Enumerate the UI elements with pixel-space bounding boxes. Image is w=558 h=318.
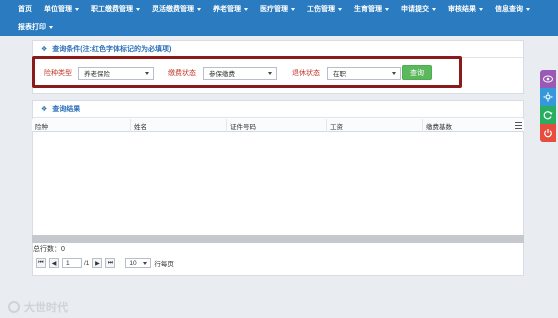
page-size-suffix: 行每页 — [154, 261, 174, 268]
chevron-down-icon — [526, 7, 530, 11]
nav-review-label: 审核结果 — [448, 6, 476, 13]
page-total: /1 — [84, 259, 90, 267]
chevron-down-icon — [432, 7, 436, 11]
nav-pension-label: 养老管理 — [213, 6, 241, 13]
pay-status-select[interactable]: 参保缴费 — [203, 66, 277, 80]
type-field: 险种类型 养老保险 — [44, 66, 154, 80]
pay-status-select-value: 参保缴费 — [209, 71, 235, 78]
nav-info-query[interactable]: 信息查询 — [495, 4, 530, 14]
retire-status-select-value: 在职 — [333, 71, 346, 78]
eye-icon[interactable] — [540, 70, 556, 88]
chevron-down-icon — [143, 262, 148, 265]
nav-submit-label: 申请提交 — [401, 6, 429, 13]
pagination: ⏮ ◀ 1 /1 ▶ ⏭ 10 行每页 — [36, 257, 177, 269]
watermark-logo-icon — [8, 301, 20, 313]
chevron-down-icon — [49, 25, 53, 29]
nav-home[interactable]: 首页 — [18, 4, 32, 14]
first-page-button[interactable]: ⏮ — [36, 258, 46, 268]
result-table-header: 险种 姓名 证件号码 工资 缴费基数 — [32, 119, 524, 132]
nav-medical[interactable]: 医疗管理 — [260, 4, 295, 14]
side-toolbar — [540, 70, 556, 142]
chevron-down-icon — [244, 7, 248, 11]
nav-injury-label: 工伤管理 — [307, 6, 335, 13]
retire-status-field: 退休状态 在职 — [292, 66, 401, 80]
chevron-down-icon — [338, 7, 342, 11]
nav-employee-pay-label: 职工缴费管理 — [91, 6, 133, 13]
nav-submit[interactable]: 申请提交 — [401, 4, 436, 14]
nav-unit[interactable]: 单位管理 — [44, 4, 79, 14]
watermark-text: 大世时代 — [24, 302, 68, 314]
last-page-button[interactable]: ⏭ — [105, 258, 116, 268]
nav-medical-label: 医疗管理 — [260, 6, 288, 13]
col-salary[interactable]: 工资 — [327, 119, 423, 132]
power-icon[interactable] — [540, 124, 556, 142]
chevron-down-icon — [197, 7, 201, 11]
nav-injury[interactable]: 工伤管理 — [307, 4, 342, 14]
watermark: 大世时代 — [8, 299, 68, 315]
pay-status-label: 缴费状态 — [168, 70, 196, 77]
nav-home-label: 首页 — [18, 6, 32, 13]
col-name[interactable]: 姓名 — [131, 119, 227, 132]
type-label: 险种类型 — [44, 70, 72, 77]
column-menu-icon[interactable] — [515, 122, 522, 129]
nav-maternity[interactable]: 生育管理 — [354, 4, 389, 14]
type-select-value: 养老保险 — [84, 71, 110, 78]
nav-employee-pay[interactable]: 职工缴费管理 — [91, 4, 140, 14]
retire-status-label: 退休状态 — [292, 70, 320, 77]
nav-maternity-label: 生育管理 — [354, 6, 382, 13]
chevron-down-icon — [291, 7, 295, 11]
result-panel-title: 查询结果 — [52, 106, 81, 113]
nav-row-1: 首页 单位管理 职工缴费管理 灵活缴费管理 养老管理 医疗管理 工伤管理 生育管… — [18, 0, 542, 18]
retire-status-select[interactable]: 在职 — [327, 66, 401, 80]
col-pay-base[interactable]: 缴费基数 — [423, 119, 513, 132]
nav-pension[interactable]: 养老管理 — [213, 4, 248, 14]
top-nav: 首页 单位管理 职工缴费管理 灵活缴费管理 养老管理 医疗管理 工伤管理 生育管… — [0, 0, 558, 36]
page-number-input[interactable]: 1 — [62, 258, 82, 268]
col-insurance-type[interactable]: 险种 — [32, 119, 131, 132]
prev-page-button[interactable]: ◀ — [49, 258, 59, 268]
chevron-down-icon — [385, 7, 389, 11]
query-button[interactable]: 查询 — [402, 65, 432, 80]
col-id-number[interactable]: 证件号码 — [227, 119, 327, 132]
chevron-down-icon — [75, 7, 79, 11]
page-size-value: 10 — [129, 259, 137, 267]
horizontal-scrollbar[interactable] — [32, 235, 524, 243]
result-panel-header: ❖ 查询结果 — [33, 101, 523, 118]
page-size-select[interactable]: 10 — [125, 258, 152, 268]
nav-row-2: 报表打印 — [18, 18, 65, 36]
nav-unit-label: 单位管理 — [44, 6, 72, 13]
chevron-down-icon — [392, 71, 396, 75]
next-page-button[interactable]: ▶ — [92, 258, 103, 268]
chevron-down-icon — [136, 7, 140, 11]
nav-report-print-label: 报表打印 — [18, 24, 46, 31]
settings-icon[interactable] — [540, 88, 556, 106]
pay-status-field: 缴费状态 参保缴费 — [168, 66, 277, 80]
query-panel-title: 查询条件(注:红色字体标记的为必填项) — [52, 46, 172, 53]
nav-flexible-pay[interactable]: 灵活缴费管理 — [152, 4, 201, 14]
chevron-down-icon — [268, 71, 272, 75]
refresh-icon[interactable] — [540, 106, 556, 124]
type-select[interactable]: 养老保险 — [78, 66, 154, 80]
diamond-icon: ❖ — [41, 106, 48, 113]
nav-flexible-pay-label: 灵活缴费管理 — [152, 6, 194, 13]
nav-review[interactable]: 审核结果 — [448, 4, 483, 14]
chevron-down-icon — [145, 71, 149, 75]
total-rows: 总行数：0 — [33, 246, 65, 253]
nav-info-query-label: 信息查询 — [495, 6, 523, 13]
diamond-icon: ❖ — [41, 46, 48, 53]
nav-report-print[interactable]: 报表打印 — [18, 22, 53, 32]
chevron-down-icon — [479, 7, 483, 11]
